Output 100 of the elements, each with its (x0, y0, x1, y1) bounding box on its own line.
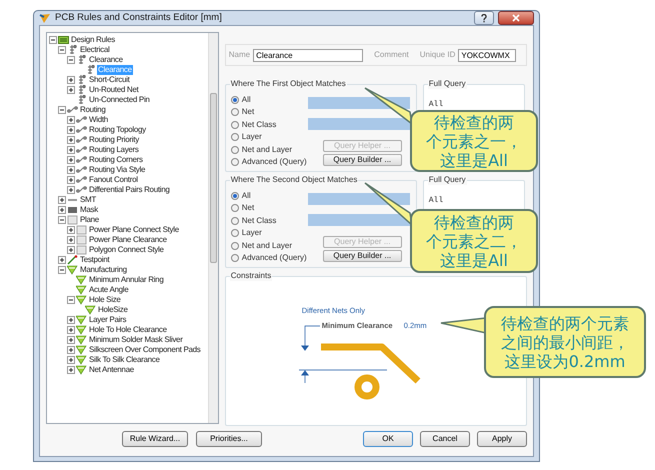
dialog-button[interactable]: Apply (477, 431, 527, 448)
expand-icon[interactable] (67, 136, 75, 144)
radio-option[interactable]: Layer (230, 132, 307, 142)
tree-item[interactable]: Width (88, 115, 109, 126)
radio-button[interactable] (230, 96, 239, 104)
tree-item[interactable]: Minimum Annular Ring (88, 275, 164, 286)
tree-item[interactable]: Silk To Silk Clearance (88, 355, 161, 366)
tree-item[interactable]: Silkscreen Over Component Pads (88, 345, 202, 356)
collapse-icon[interactable] (58, 46, 66, 54)
tree-item[interactable]: Minimum Solder Mask Sliver (88, 335, 184, 346)
radio-button[interactable] (230, 254, 239, 262)
dialog-button[interactable]: OK (363, 431, 413, 448)
radio-option[interactable]: Net and Layer (230, 144, 307, 155)
expand-icon[interactable] (67, 356, 75, 364)
radio-button[interactable] (230, 120, 239, 128)
expand-icon[interactable] (67, 86, 75, 94)
radio-option[interactable]: Advanced (Query) (230, 156, 307, 168)
tree-item[interactable]: Hole To Hole Clearance (88, 325, 168, 336)
tree-item[interactable]: Net Antennae (88, 365, 135, 376)
radio-button[interactable] (230, 133, 239, 141)
tree-item[interactable]: Routing Layers (88, 145, 140, 156)
radio-option[interactable]: All (230, 190, 307, 201)
query-builder-button[interactable]: Query Builder ... (322, 154, 402, 166)
tree-item[interactable]: Hole Size (88, 295, 122, 306)
expand-icon[interactable] (67, 76, 75, 84)
tree-item[interactable]: Mask (79, 205, 99, 216)
tree-item[interactable]: Design Rules (70, 35, 116, 46)
radio-option[interactable]: All (230, 94, 307, 105)
expand-icon[interactable] (67, 226, 75, 234)
expand-icon[interactable] (58, 196, 66, 204)
expand-icon[interactable] (58, 256, 66, 264)
expand-icon[interactable] (67, 186, 75, 194)
expand-icon[interactable] (58, 206, 66, 214)
collapse-icon[interactable] (58, 216, 66, 224)
name-field[interactable]: Clearance (253, 48, 364, 62)
rule-category-icon (76, 175, 87, 186)
tree-item[interactable]: Routing Priority (88, 135, 140, 146)
expand-icon[interactable] (67, 326, 75, 334)
help-button[interactable] (474, 11, 494, 26)
radio-button[interactable] (230, 204, 239, 212)
scrollbar-thumb[interactable] (210, 93, 217, 264)
radio-button[interactable] (230, 242, 239, 250)
tree-item[interactable]: Layer Pairs (88, 315, 128, 326)
tree-item[interactable]: Testpoint (79, 255, 110, 266)
dialog-button[interactable]: Priorities... (196, 431, 262, 448)
tree-item[interactable]: Acute Angle (88, 285, 130, 296)
query-builder-button[interactable]: Query Builder ... (322, 250, 402, 262)
radio-option[interactable]: Layer (230, 228, 307, 238)
radio-button[interactable] (230, 146, 239, 154)
tree-item[interactable]: Routing Via Style (88, 165, 146, 176)
radio-option[interactable]: Net and Layer (230, 240, 307, 251)
radio-option[interactable]: Net (230, 202, 307, 214)
tree-item[interactable]: Differential Pairs Routing (88, 185, 171, 196)
unique-id-field[interactable]: YOKCOWMX (458, 48, 516, 62)
expand-icon[interactable] (67, 116, 75, 124)
expand-icon[interactable] (67, 316, 75, 324)
radio-button[interactable] (230, 216, 239, 224)
radio-option[interactable]: Net (230, 106, 307, 118)
radio-option[interactable]: Net Class (230, 215, 307, 226)
tree-item[interactable]: SMT (79, 195, 97, 206)
collapse-icon[interactable] (58, 106, 66, 114)
expand-icon[interactable] (67, 236, 75, 244)
tree-item[interactable]: Power Plane Clearance (88, 235, 168, 246)
expand-icon[interactable] (67, 146, 75, 154)
expand-icon[interactable] (67, 346, 75, 354)
expand-icon[interactable] (67, 336, 75, 344)
tree-item[interactable]: Routing Topology (88, 125, 147, 136)
tree-item[interactable]: Short-Circuit (88, 75, 131, 86)
group-title: Constraints (230, 271, 272, 282)
close-button[interactable] (498, 11, 534, 26)
tree-item[interactable]: Routing (79, 105, 106, 116)
expand-icon[interactable] (67, 126, 75, 134)
radio-button[interactable] (230, 108, 239, 116)
tree-item[interactable]: Power Plane Connect Style (88, 225, 180, 236)
collapse-icon[interactable] (49, 36, 57, 44)
tree-item[interactable]: HoleSize (97, 305, 129, 316)
radio-button[interactable] (230, 229, 239, 237)
tree-item[interactable]: Polygon Connect Style (88, 245, 165, 256)
tree-item[interactable]: Fanout Control (88, 175, 139, 186)
dialog-button[interactable]: Cancel (420, 431, 470, 448)
tree-item[interactable]: Plane (79, 215, 100, 226)
collapse-icon[interactable] (58, 266, 66, 274)
tree-item[interactable]: Routing Corners (88, 155, 144, 166)
expand-icon[interactable] (67, 246, 75, 254)
collapse-icon[interactable] (67, 56, 75, 64)
radio-button[interactable] (230, 192, 239, 200)
expand-icon[interactable] (67, 166, 75, 174)
radio-button[interactable] (230, 158, 239, 166)
tree-item[interactable]: Electrical (79, 45, 110, 56)
tree-item[interactable]: Un-Routed Net (88, 85, 140, 96)
expand-icon[interactable] (67, 366, 75, 374)
tree-item[interactable]: Clearance (88, 55, 124, 66)
expand-icon[interactable] (67, 176, 75, 184)
dialog-button[interactable]: Rule Wizard... (122, 431, 188, 448)
radio-option[interactable]: Net Class (230, 119, 307, 130)
tree-item[interactable]: Manufacturing (79, 265, 128, 276)
tree-item[interactable]: Un-Connected Pin (88, 95, 151, 106)
expand-icon[interactable] (67, 156, 75, 164)
collapse-icon[interactable] (67, 296, 75, 304)
radio-option[interactable]: Advanced (Query) (230, 252, 307, 264)
